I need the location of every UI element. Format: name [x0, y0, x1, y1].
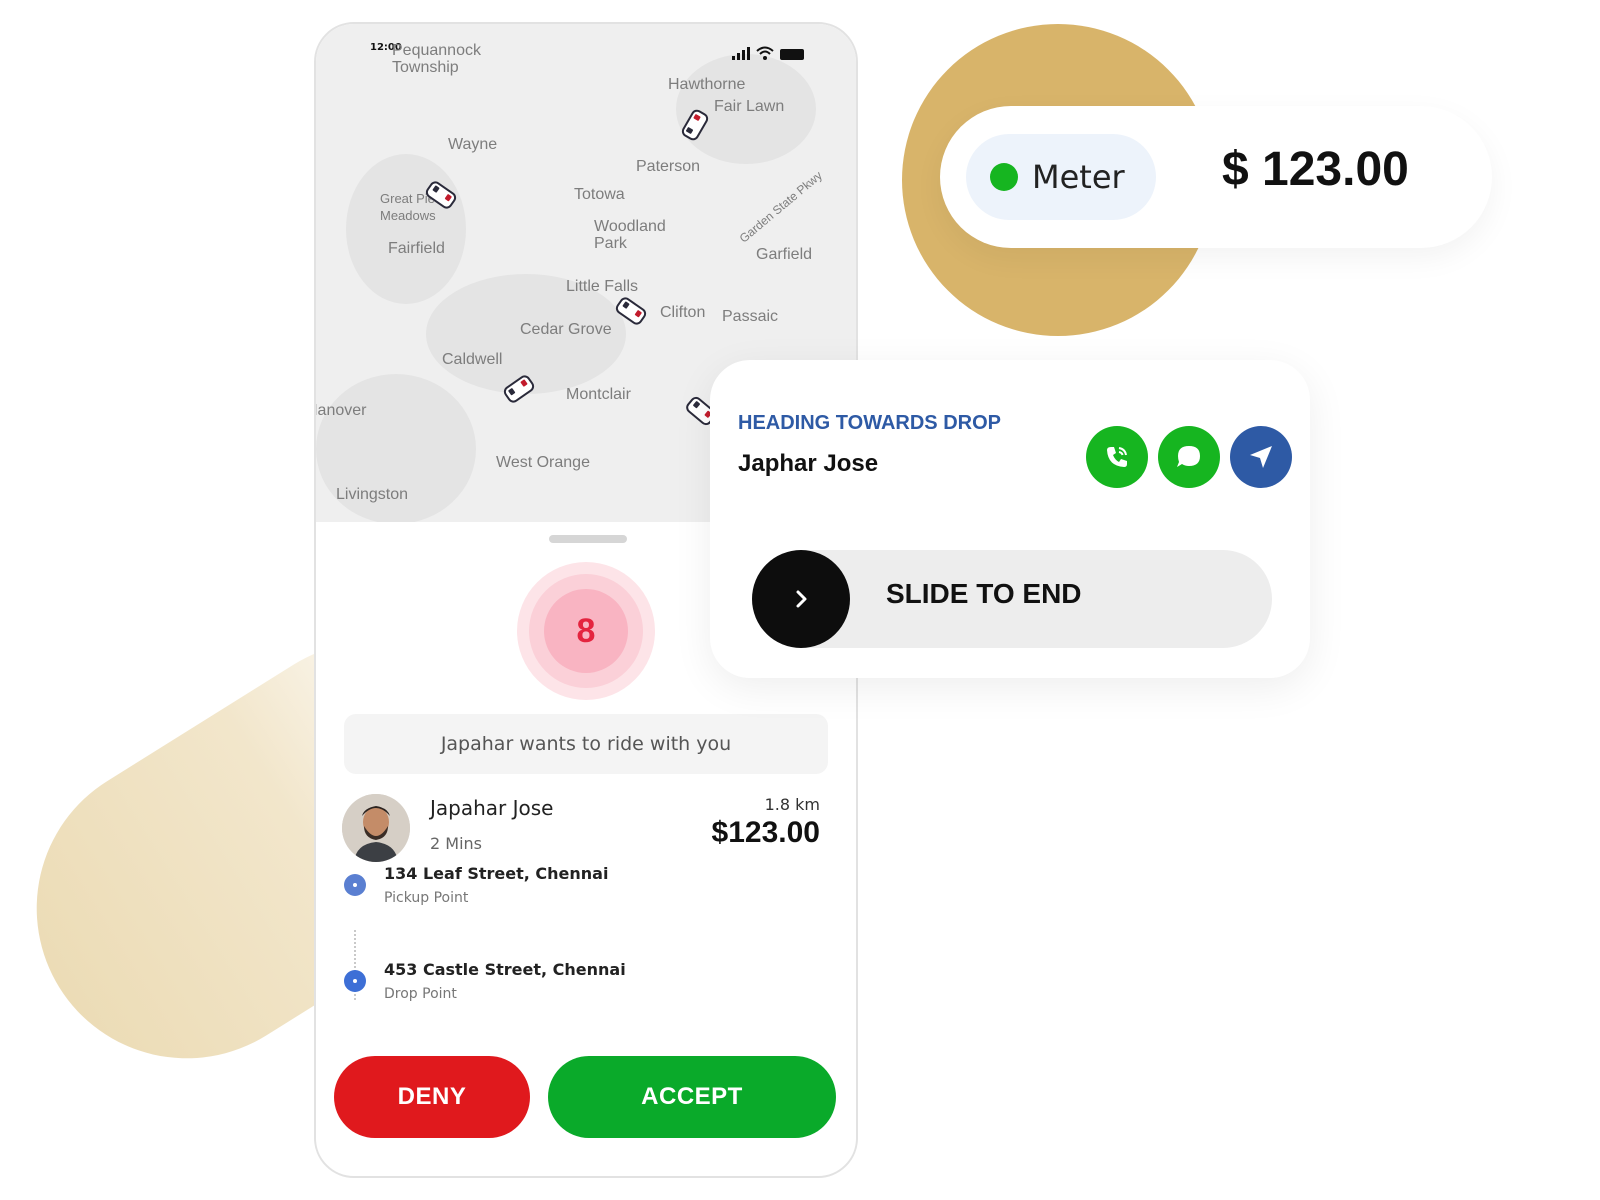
map-label: Passaic	[722, 308, 779, 325]
map-label: Totowa	[574, 186, 625, 203]
countdown-timer: 8	[544, 589, 628, 673]
chat-icon	[1177, 446, 1200, 467]
map-label: Cedar Grove	[520, 321, 612, 338]
passenger-name: Japhar Jose	[738, 450, 879, 477]
trip-distance: 1.8 km	[764, 795, 820, 814]
map-label: Wayne	[448, 136, 498, 153]
meter-amount: $ 123.00	[1222, 143, 1409, 196]
status-icons	[732, 46, 804, 60]
map-label: Hanover	[316, 402, 367, 419]
map-label: Little Falls	[566, 278, 639, 295]
call-button[interactable]	[1086, 426, 1148, 488]
phone-icon	[1107, 447, 1127, 467]
map-label: West Orange	[496, 454, 590, 471]
drop-label: Drop Point	[384, 986, 457, 1002]
map-label: Pequannock Township	[392, 42, 481, 76]
map-label: Fair Lawn	[714, 98, 785, 115]
map-terrain	[346, 154, 466, 304]
chevron-right-icon	[796, 590, 807, 608]
slider-handle[interactable]	[752, 550, 850, 648]
trip-fare: $123.00	[711, 816, 820, 849]
avatar	[342, 794, 410, 862]
rider-eta: 2 Mins	[430, 834, 482, 853]
map-label: Woodland Park	[594, 218, 666, 252]
map-label: Clifton	[660, 304, 706, 321]
rider-photo	[342, 794, 410, 862]
map-label: Montclair	[566, 386, 631, 403]
pickup-address: 134 Leaf Street, Chennai	[384, 864, 609, 883]
signal-icon	[732, 47, 750, 60]
sheet-drag-handle[interactable]	[549, 535, 627, 543]
navigate-button[interactable]	[1230, 426, 1292, 488]
map-label: Fairfield	[388, 240, 445, 257]
meter-status-pill: Meter	[966, 134, 1156, 220]
trip-status-card: HEADING TOWARDS DROP Japhar Jose SLIDE T…	[710, 360, 1310, 678]
meter-card: Meter $ 123.00	[940, 106, 1492, 248]
drop-dot-icon	[344, 970, 366, 992]
battery-icon	[780, 49, 804, 60]
deny-button[interactable]: DENY	[334, 1056, 530, 1138]
map-label: Caldwell	[442, 351, 503, 368]
map-label: Paterson	[636, 158, 701, 175]
pickup-label: Pickup Point	[384, 890, 469, 906]
map-label: Garden State Pkwy	[736, 168, 825, 246]
ride-request-banner: Japahar wants to ride with you	[344, 714, 828, 774]
wifi-icon	[756, 46, 774, 60]
rider-name: Japahar Jose	[430, 796, 554, 820]
map-label: Garfield	[756, 246, 813, 263]
map-label: Livingston	[336, 486, 409, 503]
meter-label: Meter	[1032, 158, 1125, 196]
slide-to-end-slider[interactable]: SLIDE TO END	[752, 550, 1272, 648]
message-button[interactable]	[1158, 426, 1220, 488]
trip-status-label: HEADING TOWARDS DROP	[738, 412, 1001, 434]
accept-button[interactable]: ACCEPT	[548, 1056, 836, 1138]
meter-active-dot-icon	[990, 163, 1018, 191]
pickup-dot-icon	[344, 874, 366, 896]
drop-address: 453 Castle Street, Chennai	[384, 960, 626, 979]
slide-to-end-label: SLIDE TO END	[886, 578, 1082, 609]
navigate-icon	[1250, 446, 1272, 468]
map-label: Hawthorne	[668, 76, 746, 93]
